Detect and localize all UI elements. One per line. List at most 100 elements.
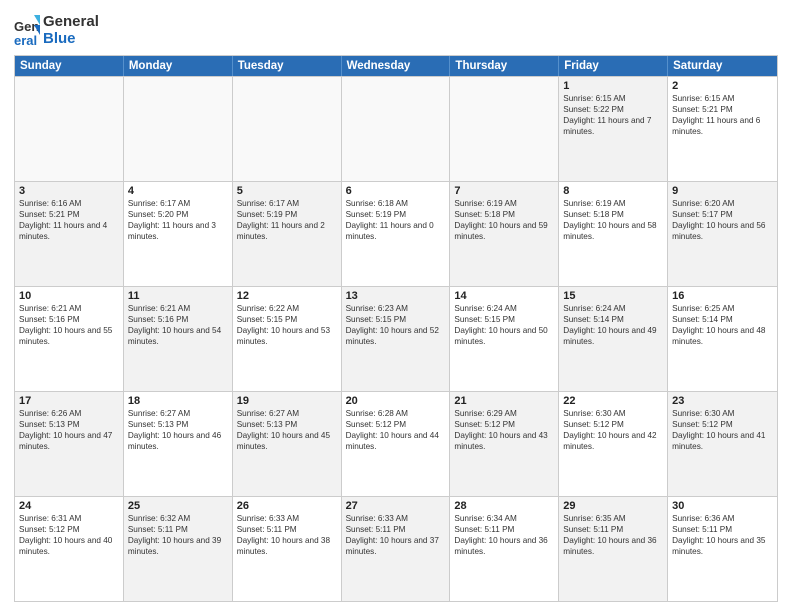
cal-header-friday: Friday	[559, 56, 668, 76]
day-number-5: 5	[237, 185, 337, 197]
cal-row-0: 1Sunrise: 6:15 AM Sunset: 5:22 PM Daylig…	[15, 76, 777, 181]
day-number-17: 17	[19, 395, 119, 407]
day-number-21: 21	[454, 395, 554, 407]
cal-row-2: 10 Sunrise: 6:21 AM Sunset: 5:16 PM Dayli…	[15, 286, 777, 391]
day-number-10: 10	[19, 290, 119, 302]
cell-info-28: Sunrise: 6:34 AM Sunset: 5:11 PM Dayligh…	[454, 513, 554, 557]
cal-cell-1-6: 9Sunrise: 6:20 AM Sunset: 5:17 PM Daylig…	[668, 182, 777, 286]
day-number-30: 30	[672, 500, 773, 512]
day-number-9: 9	[672, 185, 773, 197]
cell-info-1: Sunrise: 6:15 AM Sunset: 5:22 PM Dayligh…	[563, 93, 663, 137]
logo: Gen eral General Blue	[14, 14, 99, 47]
cal-cell-0-6: 2Sunrise: 6:15 AM Sunset: 5:21 PM Daylig…	[668, 77, 777, 181]
cal-row-3: 17Sunrise: 6:26 AM Sunset: 5:13 PM Dayli…	[15, 391, 777, 496]
cal-row-1: 3Sunrise: 6:16 AM Sunset: 5:21 PM Daylig…	[15, 181, 777, 286]
svg-text:eral: eral	[14, 33, 37, 47]
day-number-6: 6	[346, 185, 446, 197]
cell-info-17: Sunrise: 6:26 AM Sunset: 5:13 PM Dayligh…	[19, 408, 119, 452]
day-number-18: 18	[128, 395, 228, 407]
cell-info-18: Sunrise: 6:27 AM Sunset: 5:13 PM Dayligh…	[128, 408, 228, 452]
cell-info-3: Sunrise: 6:16 AM Sunset: 5:21 PM Dayligh…	[19, 198, 119, 242]
cell-info-24: Sunrise: 6:31 AM Sunset: 5:12 PM Dayligh…	[19, 513, 119, 557]
day-number-3: 3	[19, 185, 119, 197]
day-number-13: 13	[346, 290, 446, 302]
cal-cell-4-1: 25Sunrise: 6:32 AM Sunset: 5:11 PM Dayli…	[124, 497, 233, 601]
day-number-26: 26	[237, 500, 337, 512]
cal-header-wednesday: Wednesday	[342, 56, 451, 76]
cal-cell-4-0: 24Sunrise: 6:31 AM Sunset: 5:12 PM Dayli…	[15, 497, 124, 601]
logo-svg: Gen eral	[14, 15, 40, 47]
day-number-2: 2	[672, 80, 773, 92]
day-number-15: 15	[563, 290, 663, 302]
cell-info-29: Sunrise: 6:35 AM Sunset: 5:11 PM Dayligh…	[563, 513, 663, 557]
day-number-25: 25	[128, 500, 228, 512]
cell-info-9: Sunrise: 6:20 AM Sunset: 5:17 PM Dayligh…	[672, 198, 773, 242]
cal-cell-4-5: 29Sunrise: 6:35 AM Sunset: 5:11 PM Dayli…	[559, 497, 668, 601]
calendar-header-row: SundayMondayTuesdayWednesdayThursdayFrid…	[15, 56, 777, 76]
cal-cell-0-1	[124, 77, 233, 181]
cal-header-sunday: Sunday	[15, 56, 124, 76]
header: Gen eral General Blue	[14, 10, 778, 47]
cal-cell-0-4	[450, 77, 559, 181]
day-number-19: 19	[237, 395, 337, 407]
cell-info-26: Sunrise: 6:33 AM Sunset: 5:11 PM Dayligh…	[237, 513, 337, 557]
cal-cell-2-1: 11Sunrise: 6:21 AM Sunset: 5:16 PM Dayli…	[124, 287, 233, 391]
cal-cell-4-2: 26Sunrise: 6:33 AM Sunset: 5:11 PM Dayli…	[233, 497, 342, 601]
cell-info-2: Sunrise: 6:15 AM Sunset: 5:21 PM Dayligh…	[672, 93, 773, 137]
cell-info-19: Sunrise: 6:27 AM Sunset: 5:13 PM Dayligh…	[237, 408, 337, 452]
cell-info-11: Sunrise: 6:21 AM Sunset: 5:16 PM Dayligh…	[128, 303, 228, 347]
cal-cell-4-4: 28Sunrise: 6:34 AM Sunset: 5:11 PM Dayli…	[450, 497, 559, 601]
cal-cell-4-6: 30Sunrise: 6:36 AM Sunset: 5:11 PM Dayli…	[668, 497, 777, 601]
cal-header-thursday: Thursday	[450, 56, 559, 76]
cal-cell-1-4: 7Sunrise: 6:19 AM Sunset: 5:18 PM Daylig…	[450, 182, 559, 286]
day-number-23: 23	[672, 395, 773, 407]
cal-cell-2-5: 15Sunrise: 6:24 AM Sunset: 5:14 PM Dayli…	[559, 287, 668, 391]
cell-info-8: Sunrise: 6:19 AM Sunset: 5:18 PM Dayligh…	[563, 198, 663, 242]
cal-header-tuesday: Tuesday	[233, 56, 342, 76]
cell-info-22: Sunrise: 6:30 AM Sunset: 5:12 PM Dayligh…	[563, 408, 663, 452]
cal-cell-3-6: 23Sunrise: 6:30 AM Sunset: 5:12 PM Dayli…	[668, 392, 777, 496]
day-number-28: 28	[454, 500, 554, 512]
cell-info-16: Sunrise: 6:25 AM Sunset: 5:14 PM Dayligh…	[672, 303, 773, 347]
cal-cell-3-3: 20Sunrise: 6:28 AM Sunset: 5:12 PM Dayli…	[342, 392, 451, 496]
cal-cell-3-0: 17Sunrise: 6:26 AM Sunset: 5:13 PM Dayli…	[15, 392, 124, 496]
cell-info-14: Sunrise: 6:24 AM Sunset: 5:15 PM Dayligh…	[454, 303, 554, 347]
cal-cell-0-3	[342, 77, 451, 181]
cell-info-15: Sunrise: 6:24 AM Sunset: 5:14 PM Dayligh…	[563, 303, 663, 347]
cal-cell-3-1: 18Sunrise: 6:27 AM Sunset: 5:13 PM Dayli…	[124, 392, 233, 496]
cell-info-6: Sunrise: 6:18 AM Sunset: 5:19 PM Dayligh…	[346, 198, 446, 242]
cal-cell-3-5: 22Sunrise: 6:30 AM Sunset: 5:12 PM Dayli…	[559, 392, 668, 496]
day-number-22: 22	[563, 395, 663, 407]
day-number-20: 20	[346, 395, 446, 407]
cal-header-monday: Monday	[124, 56, 233, 76]
day-number-11: 11	[128, 290, 228, 302]
cell-info-5: Sunrise: 6:17 AM Sunset: 5:19 PM Dayligh…	[237, 198, 337, 242]
cell-info-13: Sunrise: 6:23 AM Sunset: 5:15 PM Dayligh…	[346, 303, 446, 347]
day-number-12: 12	[237, 290, 337, 302]
cal-header-saturday: Saturday	[668, 56, 777, 76]
cell-info-23: Sunrise: 6:30 AM Sunset: 5:12 PM Dayligh…	[672, 408, 773, 452]
day-number-8: 8	[563, 185, 663, 197]
day-number-29: 29	[563, 500, 663, 512]
calendar-body: 1Sunrise: 6:15 AM Sunset: 5:22 PM Daylig…	[15, 76, 777, 601]
cal-cell-2-2: 12Sunrise: 6:22 AM Sunset: 5:15 PM Dayli…	[233, 287, 342, 391]
cal-cell-1-3: 6Sunrise: 6:18 AM Sunset: 5:19 PM Daylig…	[342, 182, 451, 286]
cell-info-27: Sunrise: 6:33 AM Sunset: 5:11 PM Dayligh…	[346, 513, 446, 557]
day-number-27: 27	[346, 500, 446, 512]
cal-cell-1-1: 4Sunrise: 6:17 AM Sunset: 5:20 PM Daylig…	[124, 182, 233, 286]
cal-cell-4-3: 27Sunrise: 6:33 AM Sunset: 5:11 PM Dayli…	[342, 497, 451, 601]
day-number-7: 7	[454, 185, 554, 197]
cal-cell-0-0	[15, 77, 124, 181]
day-number-1: 1	[563, 80, 663, 92]
cal-cell-3-4: 21Sunrise: 6:29 AM Sunset: 5:12 PM Dayli…	[450, 392, 559, 496]
cell-info-12: Sunrise: 6:22 AM Sunset: 5:15 PM Dayligh…	[237, 303, 337, 347]
cal-cell-2-4: 14Sunrise: 6:24 AM Sunset: 5:15 PM Dayli…	[450, 287, 559, 391]
logo-blue-text: Blue	[43, 31, 99, 48]
day-number-24: 24	[19, 500, 119, 512]
calendar: SundayMondayTuesdayWednesdayThursdayFrid…	[14, 55, 778, 602]
cal-cell-2-6: 16Sunrise: 6:25 AM Sunset: 5:14 PM Dayli…	[668, 287, 777, 391]
page: Gen eral General Blue SundayMondayTuesda…	[0, 0, 792, 612]
cal-cell-3-2: 19Sunrise: 6:27 AM Sunset: 5:13 PM Dayli…	[233, 392, 342, 496]
cell-info-20: Sunrise: 6:28 AM Sunset: 5:12 PM Dayligh…	[346, 408, 446, 452]
cell-info-21: Sunrise: 6:29 AM Sunset: 5:12 PM Dayligh…	[454, 408, 554, 452]
